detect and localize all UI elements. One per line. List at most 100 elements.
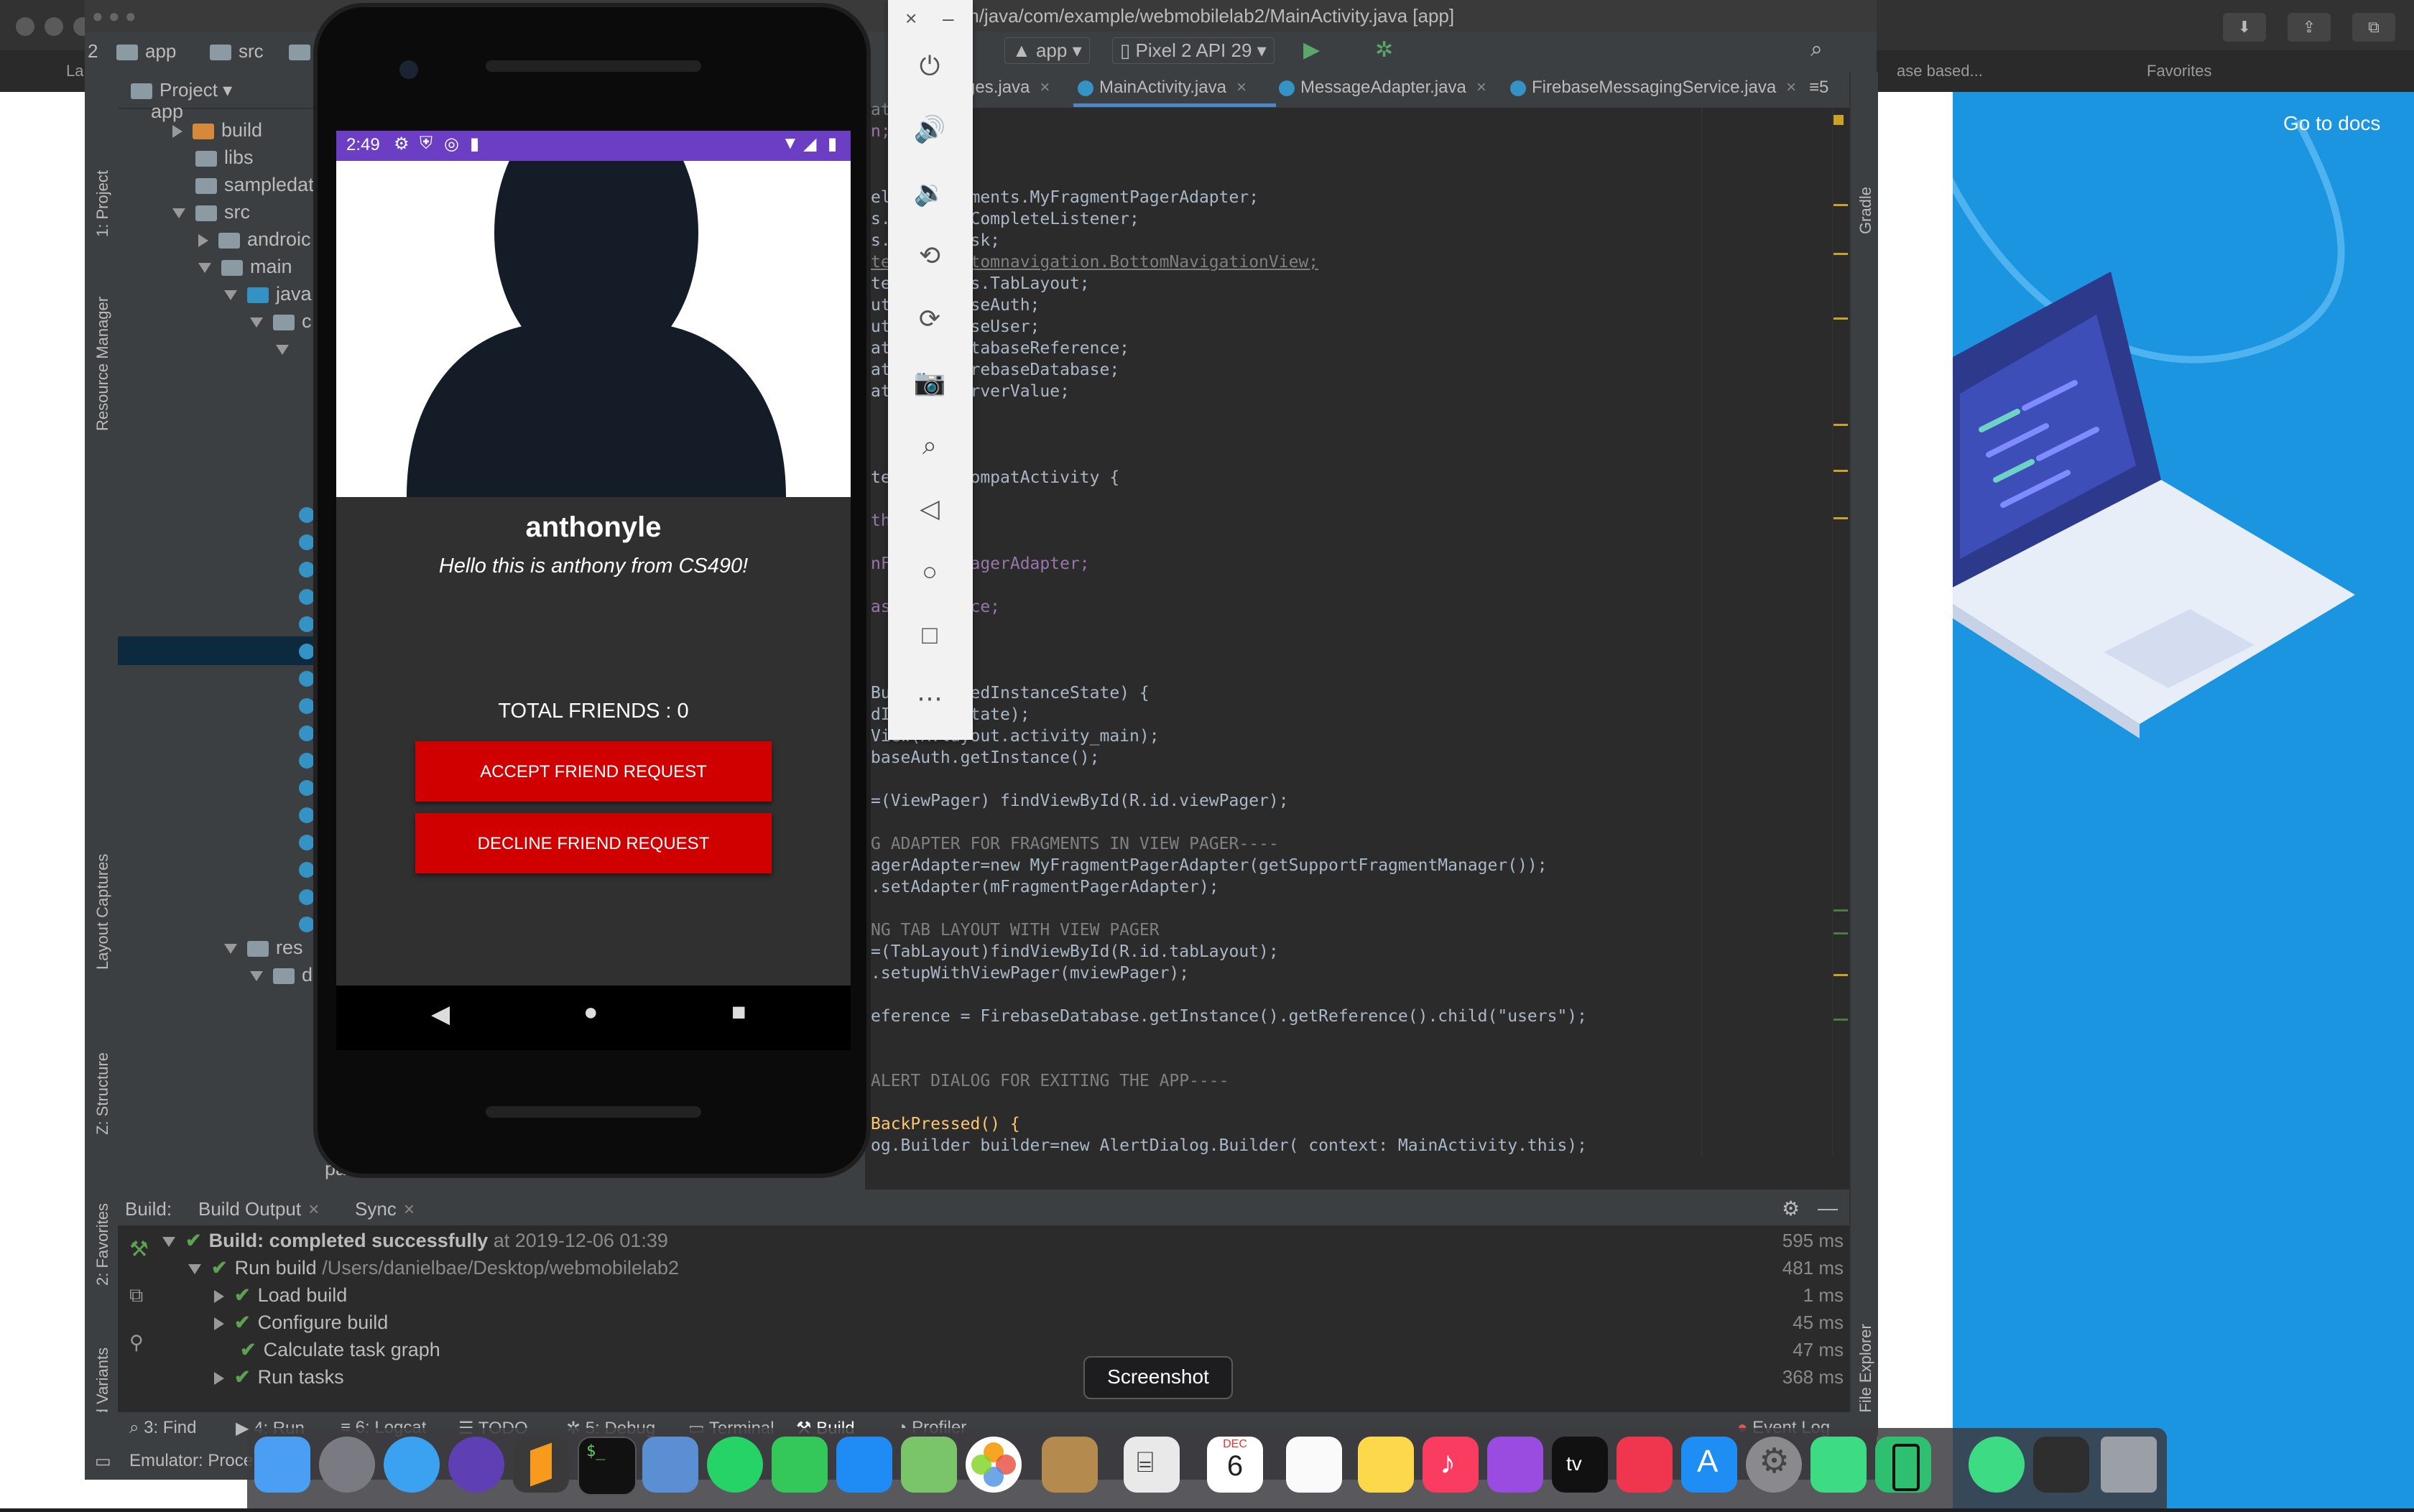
close-tab-icon[interactable]: × [1786, 78, 1796, 97]
tree-item-package[interactable]: c [250, 310, 312, 333]
github-desktop-icon[interactable] [448, 1437, 504, 1493]
scroll-marker[interactable] [1833, 932, 1848, 934]
close-tab-icon[interactable]: × [1040, 78, 1050, 97]
minimize-icon[interactable]: — [1818, 1197, 1838, 1220]
collapse-icon[interactable] [250, 317, 263, 328]
podcasts-icon[interactable] [1487, 1437, 1543, 1493]
download-icon[interactable]: ⬇ [2223, 13, 2266, 42]
close-emulator-icon[interactable]: × [905, 7, 917, 30]
project-tool-tab[interactable]: 1: Project [93, 170, 112, 237]
collapse-icon[interactable] [162, 1236, 175, 1247]
scroll-marker[interactable] [1833, 517, 1848, 519]
run-config-selector[interactable]: ▲ app ▾ [1004, 37, 1090, 64]
news-icon[interactable] [1617, 1437, 1673, 1493]
editor-tab[interactable]: MessageAdapter.java × [1279, 78, 1486, 98]
sublime-text-icon[interactable] [513, 1437, 569, 1493]
tree-item-main[interactable]: main [198, 256, 292, 278]
collapse-icon[interactable] [172, 208, 185, 218]
tab-sync[interactable]: Sync × [355, 1198, 415, 1220]
minimize-emulator-icon[interactable]: – [943, 7, 954, 30]
maps-icon[interactable] [901, 1437, 957, 1493]
tree-item-sampledata[interactable]: sampledat [195, 174, 314, 196]
tab-build-output[interactable]: Build Output × [198, 1198, 319, 1220]
scroll-marker[interactable] [1833, 1019, 1848, 1021]
zoom-icon[interactable]: ⌕ [912, 428, 947, 463]
photos-icon[interactable] [966, 1437, 1022, 1493]
gear-icon[interactable]: ⚙ [1782, 1197, 1800, 1220]
browser-tab[interactable]: ase based... [1897, 62, 1983, 80]
music-icon[interactable]: ♪ [1423, 1437, 1479, 1493]
build-tree-row[interactable]: ✔ Load build [214, 1284, 347, 1307]
tree-item-drawable[interactable]: d [250, 964, 313, 986]
build-tree-row[interactable]: ✔ Configure build [214, 1312, 388, 1334]
launchpad-icon[interactable] [319, 1437, 375, 1493]
scroll-marker[interactable] [1833, 317, 1848, 320]
apple-tv-icon[interactable]: tv [1552, 1437, 1608, 1493]
editor-tab-active[interactable]: MainActivity.java × [1078, 78, 1247, 98]
status-bar-icon[interactable]: ▭ [95, 1451, 111, 1472]
preview-icon[interactable] [642, 1437, 698, 1493]
android-emulator-icon[interactable] [1875, 1437, 1931, 1493]
whatsapp-icon[interactable] [707, 1437, 763, 1493]
volume-down-icon[interactable]: 🔉 [912, 175, 947, 210]
messages-icon[interactable] [836, 1437, 892, 1493]
expand-icon[interactable] [198, 233, 208, 247]
android-studio-download-icon[interactable] [1969, 1437, 2025, 1493]
more-icon[interactable]: ⋯ [912, 681, 947, 715]
build-tree-row[interactable]: ✔ Run build /Users/danielbae/Desktop/webm… [188, 1257, 679, 1279]
search-icon[interactable]: ⌕ [1810, 37, 1823, 62]
go-to-docs-link[interactable]: Go to docs [2283, 112, 2380, 135]
toggle-view-icon[interactable]: ⧉ [129, 1284, 143, 1307]
structure-tab[interactable]: Z: Structure [93, 1052, 112, 1135]
expand-icon[interactable] [172, 124, 182, 138]
finder-icon[interactable] [254, 1437, 310, 1493]
contacts-icon[interactable] [1042, 1437, 1098, 1493]
tree-item-android[interactable]: androic [198, 228, 311, 251]
breadcrumb-item[interactable]: 2 [88, 40, 98, 62]
tree-item-java[interactable]: java [224, 283, 312, 305]
system-preferences-icon[interactable]: ⚙ [1746, 1437, 1802, 1493]
accept-friend-request-button[interactable]: ACCEPT FRIEND REQUEST [415, 741, 772, 802]
tabs-overview-icon[interactable]: ⧉ [2352, 13, 2395, 42]
trash-icon[interactable] [2101, 1437, 2157, 1493]
close-tab-icon[interactable]: × [404, 1198, 415, 1220]
breadcrumb-item[interactable]: src [210, 40, 264, 62]
recents-button[interactable]: ■ [731, 998, 746, 1026]
screenshot-icon[interactable]: ⌸ [1124, 1437, 1180, 1493]
resource-manager-tab[interactable]: Resource Manager [93, 297, 112, 431]
scroll-marker[interactable] [1833, 470, 1848, 472]
back-icon[interactable]: ◁ [912, 491, 947, 526]
share-icon[interactable]: ⇪ [2288, 13, 2331, 42]
breadcrumb-item[interactable]: app [116, 40, 176, 62]
expand-icon[interactable] [214, 1289, 224, 1303]
build-tree-row[interactable]: ✔ Calculate task graph [240, 1339, 440, 1361]
close-tab-icon[interactable]: × [1236, 78, 1247, 97]
run-icon[interactable]: ▶ [1303, 37, 1320, 62]
collapse-icon[interactable] [276, 344, 289, 355]
rotate-left-icon[interactable]: ⟲ [912, 238, 947, 273]
facetime-icon[interactable] [772, 1437, 828, 1493]
close-tab-icon[interactable]: × [1476, 78, 1486, 97]
scroll-marker[interactable] [1833, 204, 1848, 206]
scroll-marker[interactable] [1833, 253, 1848, 255]
home-icon[interactable]: ○ [912, 555, 947, 589]
tree-item-res[interactable]: res [224, 937, 303, 959]
scroll-marker[interactable] [1833, 909, 1848, 912]
safari-icon[interactable] [384, 1437, 440, 1493]
device-selector[interactable]: ▯ Pixel 2 API 29 ▾ [1112, 37, 1275, 64]
camera-icon[interactable]: 📷 [912, 365, 947, 399]
editor-tab[interactable]: FirebaseMessagingService.java × [1510, 78, 1796, 98]
power-icon[interactable]: ⏻ [912, 49, 947, 83]
terminal-icon[interactable]: $_ [578, 1437, 637, 1495]
debug-icon[interactable]: ✲ [1375, 37, 1393, 62]
expand-icon[interactable] [214, 1317, 224, 1330]
calendar-icon[interactable]: DEC 6 [1207, 1437, 1263, 1493]
browser-tab[interactable]: Favorites [2147, 62, 2211, 80]
project-view-selector[interactable]: Project ▾ [131, 79, 232, 101]
scroll-marker[interactable] [1833, 424, 1848, 426]
favorites-tab[interactable]: 2: Favorites [93, 1203, 112, 1286]
tree-item-build[interactable]: build [172, 119, 262, 142]
rotate-right-icon[interactable]: ⟳ [912, 302, 947, 336]
expand-icon[interactable] [214, 1371, 224, 1385]
home-button[interactable]: ● [583, 998, 598, 1026]
